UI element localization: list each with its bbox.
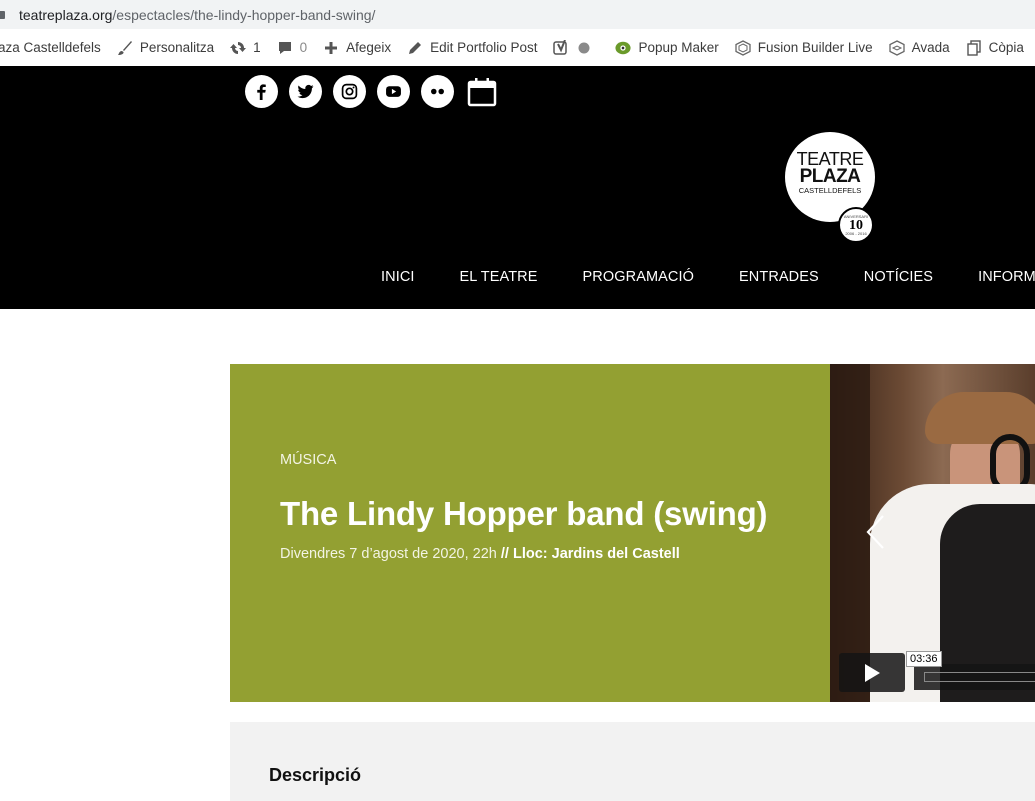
url-path: /espectacles/the-lindy-hopper-band-swing… (112, 6, 376, 23)
event-title: The Lindy Hopper band (swing) (280, 495, 768, 532)
flickr-icon[interactable] (421, 75, 454, 108)
admin-updates[interactable]: 1 (230, 40, 261, 56)
status-dot-icon (576, 40, 592, 56)
video-player[interactable]: 03:36 (830, 364, 1035, 702)
refresh-icon (230, 40, 247, 56)
popup-maker-icon (615, 40, 632, 56)
play-button[interactable] (839, 653, 905, 692)
event-venue: Lloc: Jardins del Castell (512, 546, 680, 562)
admin-customize[interactable]: Personalitza (117, 40, 214, 56)
admin-edit-post[interactable]: Edit Portfolio Post (407, 40, 537, 56)
twitter-icon[interactable] (289, 75, 322, 108)
badge-years: 2006 - 2016 (845, 230, 867, 236)
chevron-left-icon[interactable] (864, 514, 886, 550)
lock-icon (0, 10, 5, 19)
play-icon (865, 663, 880, 682)
event-category[interactable]: MÚSICA (280, 452, 336, 468)
admin-customize-label: Personalitza (139, 40, 215, 55)
social-links (245, 75, 498, 108)
event-hero: MÚSICA The Lindy Hopper band (swing) Div… (230, 364, 830, 702)
description-section: Descripció (230, 722, 1035, 801)
calendar-icon[interactable] (465, 75, 498, 108)
plus-icon (323, 40, 339, 56)
admin-site-name[interactable]: aza Castelldefels (0, 40, 101, 55)
video-progress-bar (924, 672, 1035, 682)
admin-comments[interactable]: 0 (277, 40, 308, 56)
instagram-icon[interactable] (333, 75, 366, 108)
site-header: TEATRE PLAZA CASTELLDEFELS ANIVERSARI 10… (0, 66, 1035, 309)
admin-popup-maker[interactable]: Popup Maker (615, 40, 719, 56)
logo-line2: PLAZA (799, 165, 861, 187)
comment-icon (277, 40, 293, 56)
nav-item-informacio[interactable]: INFORMACI (978, 269, 1035, 285)
event-date-line: Divendres 7 d’agost de 2020, 22h // Lloc… (280, 546, 680, 562)
pencil-icon (407, 40, 423, 56)
avada-icon (888, 39, 905, 56)
nav-item-inici[interactable]: INICI (381, 269, 415, 285)
admin-copy[interactable]: Còpia (966, 39, 1024, 56)
url-domain: teatreplaza.org (19, 6, 113, 23)
admin-copy-label: Còpia (988, 40, 1024, 55)
badge-number: 10 (849, 217, 863, 233)
wp-admin-bar: aza Castelldefels Personalitza 1 0 Afege… (0, 29, 1035, 67)
admin-yoast[interactable] (553, 39, 599, 56)
yoast-icon (553, 39, 569, 56)
admin-updates-count: 1 (253, 40, 261, 55)
description-heading: Descripció (269, 765, 362, 785)
admin-comments-count: 0 (299, 40, 308, 55)
paintbrush-icon (117, 40, 133, 56)
event-separator: // (496, 546, 513, 562)
browser-url-bar[interactable]: teatreplaza.org /espectacles/the-lindy-h… (0, 0, 1035, 29)
nav-item-programacio[interactable]: PROGRAMACIÓ (583, 269, 694, 285)
fusion-icon (735, 39, 751, 56)
facebook-icon[interactable] (245, 75, 278, 108)
admin-add-new-label: Afegeix (346, 40, 392, 55)
youtube-icon[interactable] (377, 75, 410, 108)
nav-item-el-teatre[interactable]: EL TEATRE (460, 269, 538, 285)
logo-line3: CASTELLDEFELS (798, 185, 862, 195)
anniversary-badge: ANIVERSARI 10 2006 - 2016 (838, 207, 874, 243)
admin-avada-label: Avada (911, 40, 950, 55)
copy-icon (966, 39, 982, 56)
admin-edit-post-label: Edit Portfolio Post (430, 40, 538, 55)
nav-item-entrades[interactable]: ENTRADES (739, 269, 819, 285)
video-duration: 03:36 (906, 651, 942, 667)
admin-popup-maker-label: Popup Maker (638, 40, 719, 55)
admin-add-new[interactable]: Afegeix (323, 40, 391, 56)
event-date: Divendres 7 d’agost de 2020, 22h (280, 546, 497, 562)
video-progress-track[interactable] (914, 664, 1035, 690)
admin-fusion-builder[interactable]: Fusion Builder Live (735, 39, 873, 56)
admin-fusion-builder-label: Fusion Builder Live (757, 40, 873, 55)
main-nav: INICI EL TEATRE PROGRAMACIÓ ENTRADES NOT… (381, 269, 1035, 285)
admin-avada[interactable]: Avada (888, 39, 950, 56)
nav-item-noticies[interactable]: NOTÍCIES (864, 269, 933, 285)
logo-line1: TEATRE (796, 148, 864, 169)
